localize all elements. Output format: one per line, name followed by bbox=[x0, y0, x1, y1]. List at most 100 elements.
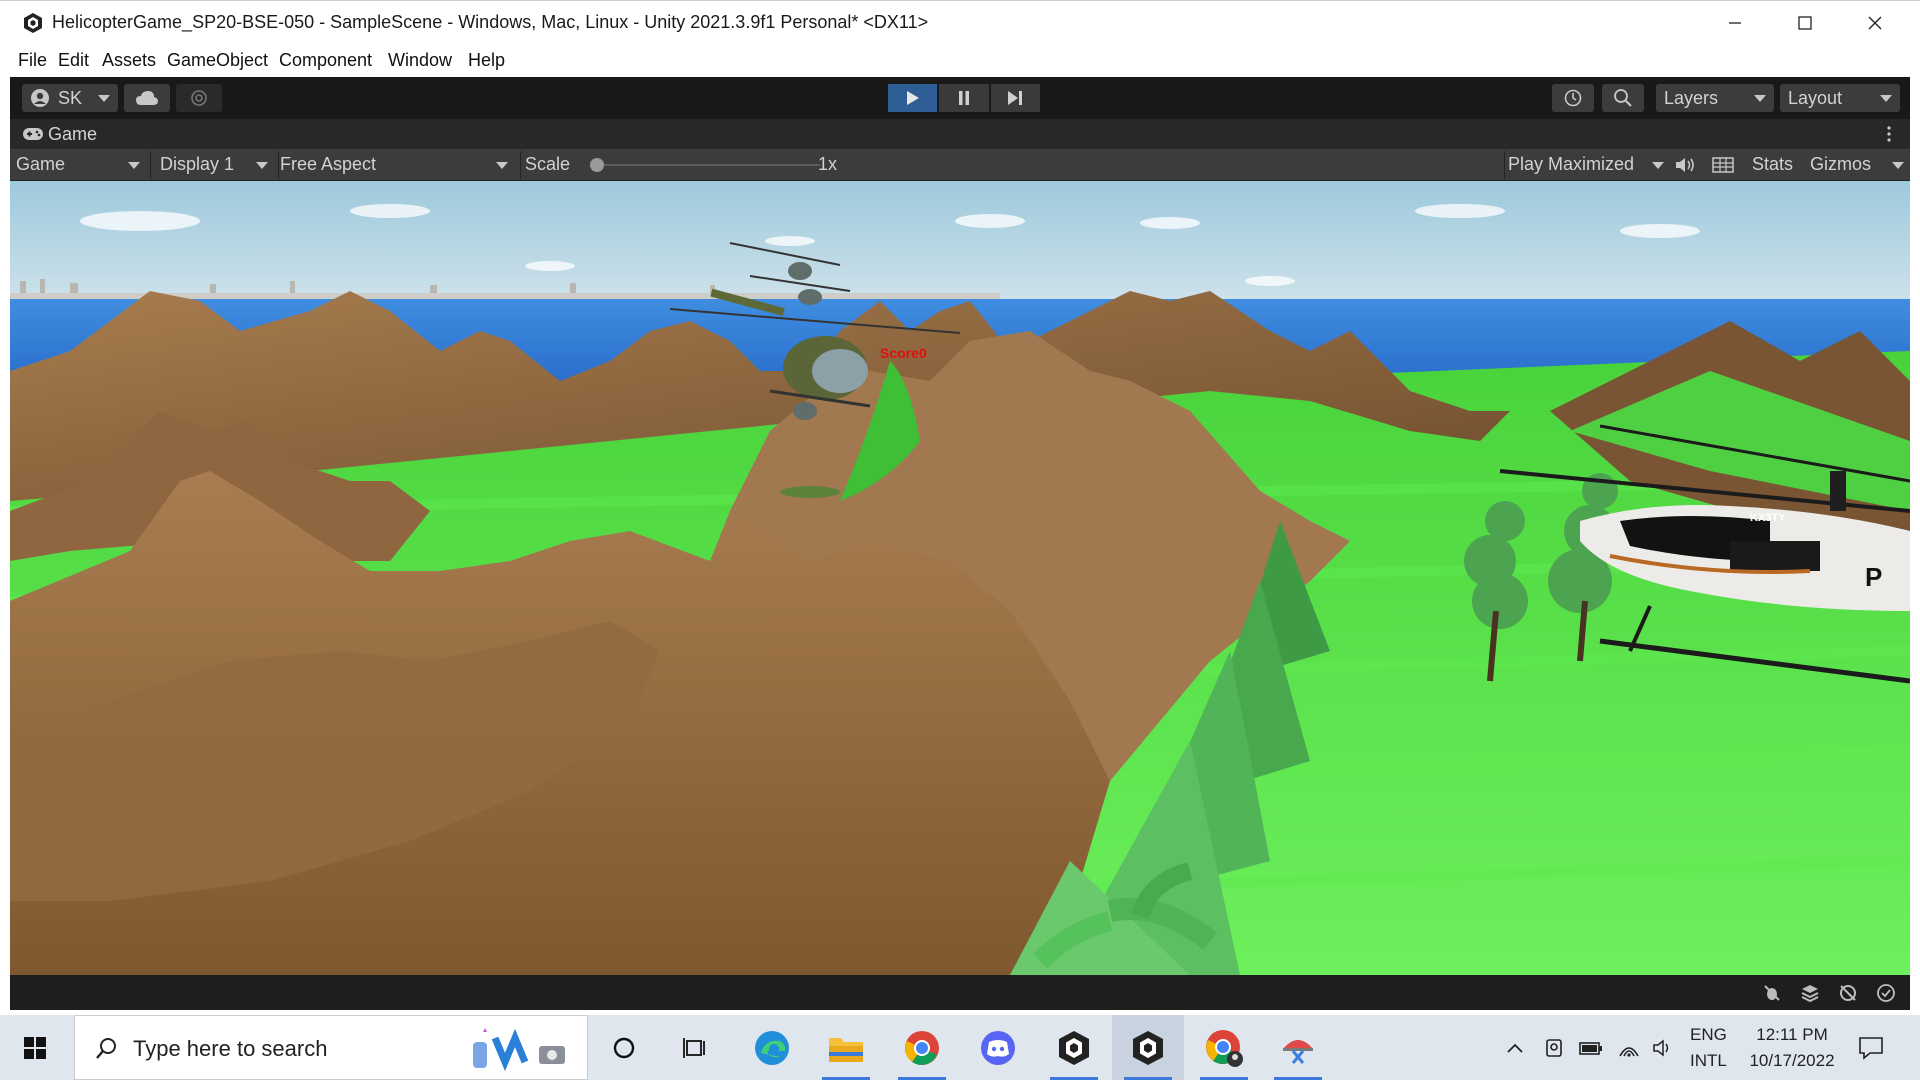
task-view-button[interactable] bbox=[660, 1015, 732, 1080]
play-mode-dropdown[interactable]: Play Maximized bbox=[1508, 154, 1634, 175]
cortana-icon bbox=[613, 1037, 635, 1058]
lang-secondary: INTL bbox=[1690, 1050, 1727, 1070]
history-icon bbox=[1564, 89, 1582, 107]
menu-assets[interactable]: Assets bbox=[102, 50, 156, 71]
camera-icon bbox=[1546, 1038, 1562, 1057]
menu-window[interactable]: Window bbox=[388, 50, 452, 71]
pause-button[interactable] bbox=[939, 84, 989, 112]
scale-label: Scale bbox=[525, 154, 571, 174]
undo-history-button[interactable] bbox=[1552, 84, 1594, 112]
taskbar-chrome[interactable] bbox=[886, 1015, 958, 1080]
minimize-button[interactable] bbox=[1700, 1, 1770, 45]
menu-gameobject[interactable]: GameObject bbox=[167, 50, 268, 71]
scale-slider[interactable] bbox=[590, 149, 820, 181]
layers-stack-icon[interactable] bbox=[1800, 983, 1820, 1003]
clock-button[interactable]: 12:11 PM 10/17/2022 bbox=[1742, 1015, 1842, 1080]
mute-audio-icon[interactable] bbox=[1674, 157, 1696, 173]
wifi-icon bbox=[1619, 1046, 1639, 1057]
account-icon bbox=[31, 89, 49, 107]
divider bbox=[278, 151, 279, 179]
menu-bar: File Edit Assets GameObject Component Wi… bbox=[0, 44, 1920, 77]
taskbar-snipping-tool[interactable] bbox=[1262, 1015, 1334, 1080]
menu-file[interactable]: File bbox=[18, 50, 47, 71]
check-circle-icon[interactable] bbox=[1876, 983, 1896, 1003]
play-icon bbox=[906, 91, 919, 105]
folder-icon bbox=[829, 1037, 863, 1062]
tab-game[interactable]: Game bbox=[48, 124, 97, 145]
edge-icon bbox=[755, 1030, 789, 1065]
window-titlebar: HelicopterGame_SP20-BSE-050 - SampleScen… bbox=[0, 0, 1920, 44]
close-button[interactable] bbox=[1840, 1, 1910, 45]
meet-now-button[interactable] bbox=[1544, 1015, 1564, 1080]
pause-icon bbox=[958, 91, 969, 105]
windows-logo-icon bbox=[24, 1036, 46, 1059]
unity-toolbar: SK Layers Layout bbox=[10, 77, 1910, 119]
cortana-button[interactable] bbox=[588, 1015, 660, 1080]
taskbar-file-explorer[interactable] bbox=[810, 1015, 882, 1080]
collab-button[interactable] bbox=[176, 84, 222, 112]
game-viewport[interactable]: Score0 KX3TY P bbox=[10, 181, 1910, 975]
notifications-button[interactable] bbox=[1858, 1015, 1884, 1080]
close-icon bbox=[1868, 16, 1882, 30]
taskbar: Type here to search ENG INTL 12:11 PM 10… bbox=[0, 1015, 1920, 1080]
snipping-tool-icon bbox=[1283, 1039, 1313, 1064]
taskbar-search[interactable]: Type here to search bbox=[74, 1015, 588, 1080]
menu-component[interactable]: Component bbox=[279, 50, 372, 71]
more-options-icon[interactable] bbox=[1886, 125, 1892, 143]
divider bbox=[520, 151, 521, 179]
status-bar bbox=[10, 975, 1910, 1010]
score-text: Score0 bbox=[880, 345, 927, 361]
cloud-button[interactable] bbox=[124, 84, 170, 112]
menu-edit[interactable]: Edit bbox=[58, 50, 89, 71]
play-button[interactable] bbox=[888, 84, 938, 112]
taskbar-edge[interactable] bbox=[736, 1015, 808, 1080]
layers-label: Layers bbox=[1664, 87, 1719, 108]
bug-icon[interactable] bbox=[1762, 983, 1782, 1003]
cloud-icon bbox=[136, 91, 158, 105]
volume-button[interactable] bbox=[1652, 1015, 1674, 1080]
taskbar-unity-editor[interactable] bbox=[1112, 1015, 1184, 1080]
show-hidden-icons-button[interactable] bbox=[1506, 1015, 1524, 1080]
heli-tail-text: KX3TY bbox=[1750, 512, 1786, 524]
divider bbox=[150, 151, 151, 179]
input-language-button[interactable]: ENG INTL bbox=[1690, 1015, 1727, 1080]
visibility-off-icon[interactable] bbox=[1838, 983, 1858, 1003]
window-edge bbox=[1910, 77, 1920, 1010]
menu-help[interactable]: Help bbox=[468, 50, 505, 71]
clock-time: 12:11 PM bbox=[1756, 1024, 1828, 1044]
shortcuts-icon[interactable] bbox=[1712, 157, 1734, 173]
chevron-down-icon bbox=[1652, 162, 1664, 169]
display-dropdown[interactable]: Display 1 bbox=[160, 154, 234, 175]
taskbar-unity-hub[interactable] bbox=[1038, 1015, 1110, 1080]
start-button[interactable] bbox=[0, 1015, 70, 1080]
gizmos-button[interactable]: Gizmos bbox=[1810, 154, 1871, 175]
divider bbox=[1504, 151, 1505, 179]
chevron-down-icon bbox=[98, 95, 110, 102]
heli-body-text: P bbox=[1865, 562, 1882, 592]
battery-button[interactable] bbox=[1578, 1015, 1604, 1080]
taskbar-discord[interactable] bbox=[962, 1015, 1034, 1080]
network-button[interactable] bbox=[1618, 1015, 1640, 1080]
chevron-up-icon bbox=[1507, 1043, 1523, 1053]
layout-label: Layout bbox=[1788, 87, 1843, 108]
search-button[interactable] bbox=[1602, 84, 1644, 112]
maximize-icon bbox=[1798, 16, 1812, 30]
search-icon bbox=[96, 1038, 116, 1059]
taskbar-chrome-profile[interactable] bbox=[1188, 1015, 1260, 1080]
speaker-icon bbox=[1653, 1038, 1669, 1057]
scale-slider-handle[interactable] bbox=[590, 158, 604, 172]
step-button[interactable] bbox=[990, 84, 1040, 112]
account-dropdown[interactable]: SK bbox=[22, 84, 118, 112]
window-title: HelicopterGame_SP20-BSE-050 - SampleScen… bbox=[52, 12, 929, 32]
layers-dropdown[interactable]: Layers bbox=[1656, 84, 1774, 112]
chrome-icon bbox=[905, 1030, 939, 1065]
maximize-button[interactable] bbox=[1770, 1, 1840, 45]
battery-icon bbox=[1579, 1041, 1602, 1055]
clock-date: 10/17/2022 bbox=[1749, 1050, 1835, 1070]
view-mode-dropdown[interactable]: Game bbox=[16, 154, 65, 175]
layout-dropdown[interactable]: Layout bbox=[1780, 84, 1900, 112]
playmode-controls bbox=[888, 84, 1042, 112]
stats-button[interactable]: Stats bbox=[1752, 154, 1793, 175]
notification-icon bbox=[1859, 1036, 1883, 1060]
aspect-dropdown[interactable]: Free Aspect bbox=[280, 154, 376, 175]
